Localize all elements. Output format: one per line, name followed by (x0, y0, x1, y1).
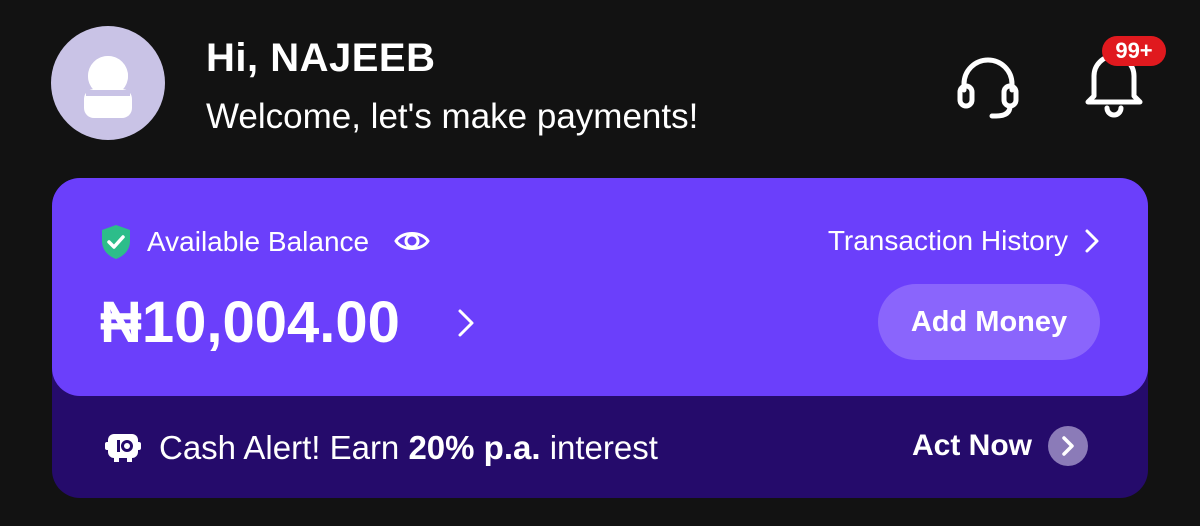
balance-card: Available Balance Transaction History ₦1… (52, 178, 1148, 396)
avatar[interactable] (51, 26, 165, 140)
promo-text-suffix: interest (540, 429, 658, 466)
promo-text: Cash Alert! Earn 20% p.a. interest (159, 428, 658, 468)
available-balance-label: Available Balance (147, 226, 370, 257)
notification-badge: 99+ (1102, 36, 1166, 66)
chevron-right-icon[interactable] (456, 307, 476, 339)
promo-text-highlight: 20% p.a. (408, 429, 541, 466)
greeting-text: Hi, NAJEEB (206, 36, 436, 80)
act-now-label: Act Now (912, 429, 1032, 462)
welcome-text: Welcome, let's make payments! (206, 97, 699, 136)
home-screen: Hi, NAJEEB Welcome, let's make payments!… (0, 0, 1200, 526)
user-avatar-icon (84, 56, 132, 118)
chevron-right-icon (1085, 229, 1099, 253)
chevron-right-circle-icon (1048, 426, 1088, 466)
eye-icon[interactable] (394, 226, 430, 256)
savings-box-icon (105, 434, 141, 462)
balance-amount: ₦10,004.00 (100, 290, 400, 355)
promo-text-prefix: Cash Alert! Earn (159, 429, 409, 466)
transaction-history-link[interactable]: Transaction History (828, 224, 1100, 258)
headset-icon (957, 57, 1019, 119)
support-button[interactable] (952, 50, 1024, 122)
transaction-history-label: Transaction History (827, 225, 1068, 256)
add-money-button[interactable]: Add Money (878, 284, 1100, 360)
notifications-button[interactable]: 99+ (1074, 36, 1166, 120)
shield-check-icon (102, 225, 130, 259)
act-now-button[interactable]: Act Now (912, 426, 1088, 466)
